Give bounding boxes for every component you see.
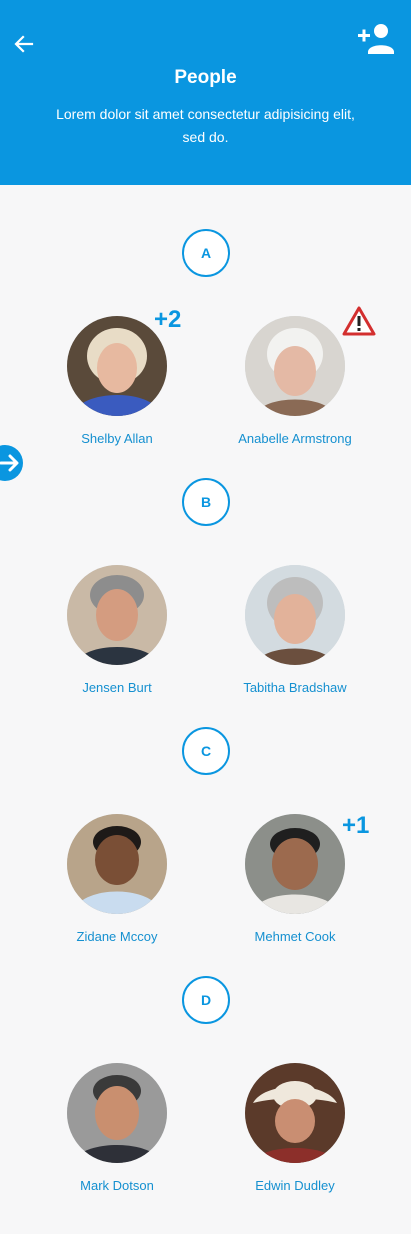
person-name: Jensen Burt xyxy=(82,680,152,695)
count-badge: +2 xyxy=(154,306,182,333)
avatar xyxy=(67,316,167,416)
person-name: Anabelle Armstrong xyxy=(238,431,352,446)
person-name: Edwin Dudley xyxy=(255,1178,335,1193)
section-letter-c: C xyxy=(182,727,230,775)
back-button[interactable] xyxy=(10,32,38,56)
avatar xyxy=(245,316,345,416)
section-letter-b: B xyxy=(182,478,230,526)
person-add-icon xyxy=(358,24,394,54)
warning-triangle-icon xyxy=(342,306,376,336)
avatar xyxy=(245,1063,345,1163)
person-name: Tabitha Bradshaw xyxy=(243,680,347,695)
person-name: Mehmet Cook xyxy=(254,929,336,944)
person-name: Zidane Mccoy xyxy=(76,929,158,944)
page-title: People xyxy=(174,67,237,88)
side-nav-button[interactable] xyxy=(0,445,23,481)
app-header: People Lorem dolor sit amet consectetur … xyxy=(0,0,411,185)
arrow-right-icon xyxy=(0,454,19,472)
section-letter-d: D xyxy=(182,976,230,1024)
count-badge: +1 xyxy=(342,812,370,839)
page-subtitle: Lorem dolor sit amet consectetur adipisi… xyxy=(56,106,355,145)
avatar xyxy=(245,814,345,914)
avatar xyxy=(245,565,345,665)
person-name: Mark Dotson xyxy=(80,1178,154,1193)
arrow-left-icon xyxy=(14,35,34,53)
person-name: Shelby Allan xyxy=(81,431,153,446)
add-person-button[interactable] xyxy=(356,22,398,56)
section-letter-a: A xyxy=(182,229,230,277)
avatar xyxy=(67,565,167,665)
avatar xyxy=(67,1063,167,1163)
avatar xyxy=(67,814,167,914)
